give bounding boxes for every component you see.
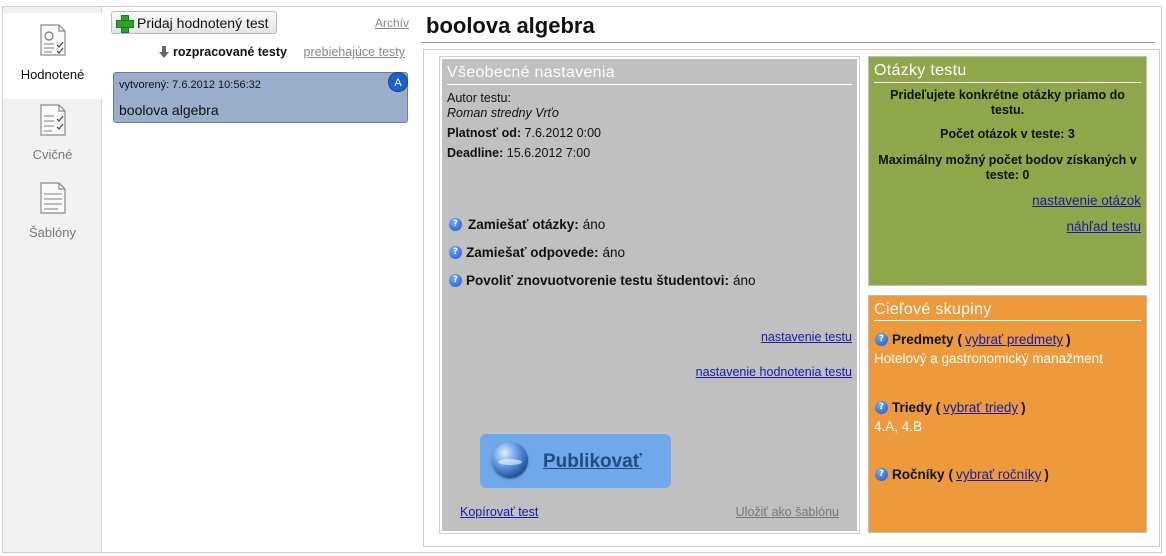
- title-divider: [421, 42, 1155, 43]
- target-groups-panel: Cieľové skupiny ? Predmety ( vybrať pred…: [868, 295, 1147, 533]
- max-points: Maximálny možný počet bodov získaných v …: [878, 153, 1137, 182]
- publish-button[interactable]: Publikovať: [480, 434, 671, 488]
- option-label: Zamiešať odpovede:: [466, 245, 599, 260]
- help-icon[interactable]: ?: [875, 333, 888, 346]
- target-groups-heading: Cieľové skupiny: [874, 301, 992, 318]
- questions-divider: [874, 82, 1141, 83]
- deadline-label: Deadline:: [447, 146, 504, 160]
- option-value: áno: [582, 217, 606, 232]
- option-shuffle-answers: ? Zamiešať odpovede: áno: [449, 245, 625, 260]
- subjects-row: ? Predmety ( vybrať predmety ): [875, 332, 1071, 347]
- filter-in-progress[interactable]: rozpracované testy: [159, 45, 287, 59]
- filter-in-progress-label: rozpracované testy: [173, 45, 287, 59]
- test-title: boolova algebra: [119, 102, 219, 118]
- globe-icon: [492, 442, 528, 478]
- general-settings-panel: Všeobecné nastavenia Autor testu: Roman …: [439, 56, 860, 534]
- author-value: Roman stredny Vrťo: [447, 106, 559, 120]
- subjects-label: Predmety: [892, 332, 954, 347]
- select-classes-link[interactable]: vybrať triedy: [943, 400, 1018, 415]
- classes-value: 4.A, 4.B: [874, 419, 923, 434]
- general-settings-divider: [447, 84, 852, 85]
- app-frame: Hodnotené Cvičné Šablóny Pridaj hodnoten…: [2, 6, 1162, 553]
- option-shuffle-questions: ? Zamiešať otázky: áno: [449, 217, 605, 232]
- years-label: Ročníky: [892, 467, 945, 482]
- test-filters: rozpracované testy prebiehajúce testy: [103, 43, 409, 63]
- grading-settings-link[interactable]: nastavenie hodnotenia testu: [696, 365, 852, 379]
- valid-from-row: Platnosť od: 7.6.2012 0:00: [447, 126, 601, 140]
- general-settings-body: Všeobecné nastavenia Autor testu: Roman …: [442, 59, 857, 531]
- nav-label-graded: Hodnotené: [20, 67, 85, 82]
- years-row: ? Ročníky ( vybrať ročníky ): [875, 467, 1049, 482]
- templates-icon: [39, 182, 66, 214]
- option-allow-reopen: ? Povoliť znovuotvorenie testu študentov…: [449, 273, 756, 288]
- valid-from-label: Platnosť od:: [447, 126, 522, 140]
- deadline-value: 15.6.2012 7:00: [506, 146, 591, 160]
- add-graded-test-label: Pridaj hodnotený test: [137, 14, 269, 31]
- test-settings-link[interactable]: nastavenie testu: [761, 330, 852, 344]
- select-subjects-link[interactable]: vybrať predmety: [965, 332, 1063, 347]
- plus-icon: [116, 14, 134, 33]
- nav-label-templates: Šablóny: [29, 225, 76, 240]
- paren-close: ): [1044, 467, 1049, 482]
- main-content: boolova algebra Všeobecné nastavenia Aut…: [421, 7, 1160, 552]
- add-graded-test-button[interactable]: Pridaj hodnotený test: [111, 11, 277, 34]
- paren-open: (: [935, 400, 941, 415]
- paren-close: ): [1066, 332, 1071, 347]
- select-years-link[interactable]: vybrať ročníky: [956, 467, 1041, 482]
- help-icon[interactable]: ?: [449, 218, 462, 231]
- sidebar-nav: Hodnotené Cvičné Šablóny: [3, 7, 110, 552]
- help-icon[interactable]: ?: [449, 274, 462, 287]
- question-settings-link[interactable]: nastavenie otázok: [1032, 193, 1141, 208]
- paren-close: ): [1021, 400, 1026, 415]
- deadline-row: Deadline: 15.6.2012 7:00: [447, 146, 590, 160]
- test-list-item[interactable]: vytvorený: 7.6.2012 10:56:32 boolova alg…: [113, 72, 408, 123]
- questions-panel: Otázky testu Prideľujete konkrétne otázk…: [868, 56, 1147, 286]
- paren-open: (: [957, 332, 963, 347]
- help-icon[interactable]: ?: [875, 401, 888, 414]
- classes-label: Triedy: [892, 400, 932, 415]
- arrow-down-icon: [159, 46, 169, 58]
- filter-running-link[interactable]: prebiehajúce testy: [304, 45, 405, 59]
- page-title: boolova algebra: [426, 13, 595, 38]
- help-icon[interactable]: ?: [875, 468, 888, 481]
- test-status-badge: A: [388, 72, 408, 92]
- option-value: áno: [733, 273, 756, 288]
- save-as-template-link[interactable]: Uložiť ako šablónu: [736, 505, 839, 519]
- author-label: Autor testu:: [447, 91, 511, 105]
- nav-item-practice[interactable]: Cvičné: [3, 103, 102, 162]
- option-label: Zamiešať otázky:: [468, 217, 579, 232]
- general-settings-heading: Všeobecné nastavenia: [447, 64, 615, 81]
- practice-tests-icon: [39, 104, 66, 136]
- test-list-panel: Pridaj hodnotený test Archív rozpracovan…: [103, 7, 413, 552]
- subjects-value: Hotelový a gastronomický manažment: [874, 351, 1103, 366]
- test-detail-box: Všeobecné nastavenia Autor testu: Roman …: [423, 49, 1160, 547]
- nav-item-graded[interactable]: Hodnotené: [3, 13, 110, 99]
- nav-item-templates[interactable]: Šablóny: [3, 181, 102, 240]
- questions-heading: Otázky testu: [874, 62, 967, 79]
- option-label: Povoliť znovuotvorenie testu študentovi:: [466, 273, 729, 288]
- test-created-date: vytvorený: 7.6.2012 10:56:32: [119, 79, 261, 91]
- question-count: Počet otázok v teste: 3: [940, 127, 1075, 141]
- publish-label: Publikovať: [543, 451, 642, 472]
- archive-link[interactable]: Archív: [375, 16, 409, 30]
- target-groups-divider: [874, 320, 1141, 321]
- questions-info: Prideľujete konkrétne otázky priamo do t…: [890, 88, 1125, 117]
- copy-test-link[interactable]: Kopírovať test: [460, 505, 538, 519]
- option-value: áno: [602, 245, 626, 260]
- help-icon[interactable]: ?: [449, 246, 462, 259]
- classes-row: ? Triedy ( vybrať triedy ): [875, 400, 1026, 415]
- valid-from-value: 7.6.2012 0:00: [524, 126, 601, 140]
- nav-label-practice: Cvičné: [32, 147, 73, 162]
- test-preview-link[interactable]: náhľad testu: [1067, 219, 1142, 234]
- graded-tests-icon: [39, 24, 66, 56]
- paren-open: (: [948, 467, 954, 482]
